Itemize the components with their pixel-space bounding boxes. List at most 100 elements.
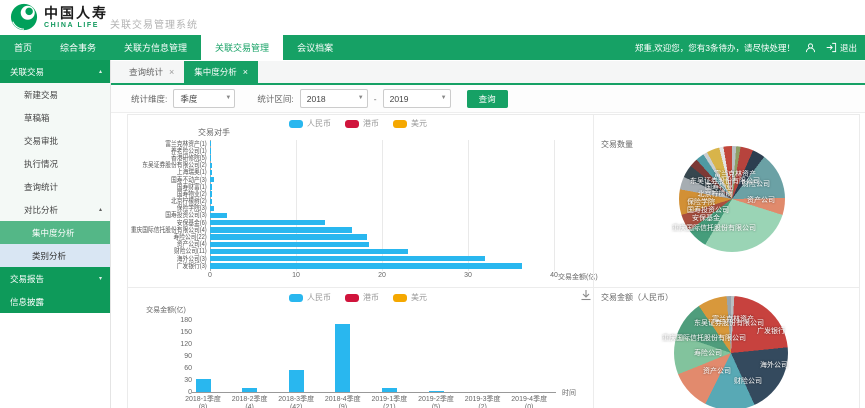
- search-button[interactable]: 查询: [467, 90, 508, 108]
- legend-swatch: [345, 294, 359, 302]
- bar[interactable]: [210, 249, 408, 254]
- axis-tick-label: 60: [158, 365, 192, 372]
- legend-swatch: [393, 294, 407, 302]
- sidebar-item-label: 新建交易: [24, 89, 58, 101]
- bar[interactable]: [196, 379, 211, 392]
- sidebar-item[interactable]: 交易报告▾: [0, 267, 110, 290]
- nav-item[interactable]: 会议档案: [283, 35, 347, 60]
- bar[interactable]: [210, 170, 212, 175]
- bar[interactable]: [210, 184, 212, 189]
- count-pie-chart: 富兰克林资产财险公司资产公司重庆国际信托股份有限公司安保基金国寿投资公司保险学院…: [679, 146, 785, 252]
- bar-track: [210, 198, 554, 205]
- bar[interactable]: [210, 148, 211, 153]
- quarterly-yaxis-label: 交易金额(亿): [128, 305, 204, 315]
- axis-tick-label: 180: [158, 317, 192, 324]
- bar-category-count: (0): [499, 404, 559, 408]
- user-button[interactable]: [805, 42, 816, 54]
- legend-item[interactable]: 美元: [393, 118, 427, 129]
- axis-tick-label: 90: [158, 353, 192, 360]
- sidebar-item[interactable]: 关联交易▴: [0, 60, 110, 83]
- nav-right: 郑重,欢迎您，您有3条待办，请尽快处理！ 退出: [635, 35, 857, 60]
- sidebar-item[interactable]: 集中度分析: [0, 221, 110, 244]
- bar-track: [210, 255, 554, 262]
- sidebar-item[interactable]: 新建交易: [0, 83, 110, 106]
- sidebar-item-label: 信息披露: [10, 296, 44, 308]
- bar[interactable]: [210, 206, 214, 211]
- legend-item[interactable]: 港币: [345, 118, 379, 129]
- bar[interactable]: [335, 324, 350, 392]
- bar[interactable]: [382, 388, 397, 392]
- bar-row: 广发银行(3): [130, 262, 554, 269]
- pie-slice-label: 重庆国际信托股份有限公司: [672, 223, 756, 233]
- bar[interactable]: [210, 234, 367, 239]
- range-to-select[interactable]: 2019 ▼: [383, 89, 451, 108]
- bar-track: [210, 140, 554, 147]
- x-axis-line: [192, 392, 556, 393]
- legend-label: 港币: [363, 292, 379, 303]
- sidebar-item[interactable]: 执行情况: [0, 152, 110, 175]
- sidebar-item[interactable]: 查询统计: [0, 175, 110, 198]
- brand-text: 中国人寿 CHINA LIFE: [44, 6, 108, 29]
- bar[interactable]: [289, 370, 304, 392]
- bar[interactable]: [210, 199, 212, 204]
- sidebar-item[interactable]: 对比分析▴: [0, 198, 110, 221]
- sidebar-item[interactable]: 交易审批: [0, 129, 110, 152]
- logout-button[interactable]: 退出: [826, 42, 857, 54]
- brand-name-en: CHINA LIFE: [44, 22, 108, 29]
- china-life-logo-icon: [10, 3, 38, 31]
- bar[interactable]: [210, 141, 211, 146]
- axis-tick-label: 30: [158, 377, 192, 384]
- legend-swatch: [289, 120, 303, 128]
- sidebar-item[interactable]: 草稿箱: [0, 106, 110, 129]
- bar[interactable]: [210, 191, 212, 196]
- legend-item[interactable]: 人民币: [289, 118, 331, 129]
- sidebar-item-label: 类别分析: [32, 250, 66, 262]
- bar-track: [210, 212, 554, 219]
- bar-track: [210, 248, 554, 255]
- count-pie-title: 交易数量: [601, 139, 633, 150]
- legend-swatch: [393, 120, 407, 128]
- bar[interactable]: [242, 388, 257, 392]
- logout-icon: [826, 42, 837, 53]
- tab[interactable]: 集中度分析 ×: [184, 61, 258, 83]
- nav-item[interactable]: 关联交易管理: [201, 35, 283, 60]
- close-icon[interactable]: ×: [169, 67, 174, 77]
- legend-item[interactable]: 美元: [393, 292, 427, 303]
- bar[interactable]: [210, 263, 522, 268]
- bar[interactable]: [210, 213, 227, 218]
- close-icon[interactable]: ×: [243, 67, 248, 77]
- legend-swatch: [289, 294, 303, 302]
- range-from-select[interactable]: 2018 ▼: [300, 89, 368, 108]
- axis-tick-label: 0: [198, 272, 222, 279]
- bar-track: [210, 176, 554, 183]
- nav-item[interactable]: 关联方信息管理: [110, 35, 201, 60]
- bar[interactable]: [210, 177, 214, 182]
- bar-track: [210, 233, 554, 240]
- legend-item[interactable]: 人民币: [289, 292, 331, 303]
- bar-track: [210, 147, 554, 154]
- dimension-select[interactable]: 季度 ▼: [173, 89, 235, 108]
- sidebar-item[interactable]: 类别分析: [0, 244, 110, 267]
- top-nav: 首页综合事务关联方信息管理关联交易管理会议档案 郑重,欢迎您，您有3条待办，请尽…: [0, 35, 865, 60]
- nav-item[interactable]: 综合事务: [46, 35, 110, 60]
- brand-logo: 中国人寿 CHINA LIFE: [10, 3, 108, 31]
- logout-label: 退出: [840, 42, 857, 54]
- bar[interactable]: [210, 256, 485, 261]
- quarterly-xaxis-label: 时间: [562, 388, 576, 398]
- pie-slice-label: 资产公司: [703, 366, 731, 376]
- bar[interactable]: [210, 242, 369, 247]
- chevron-down-icon: ▾: [99, 275, 102, 282]
- bar[interactable]: [210, 227, 352, 232]
- tab-label: 集中度分析: [194, 66, 237, 78]
- tab[interactable]: 查询统计×: [119, 61, 184, 83]
- sidebar-item[interactable]: 信息披露: [0, 290, 110, 313]
- dimension-value: 季度: [180, 93, 197, 105]
- bar[interactable]: [429, 391, 444, 392]
- bar[interactable]: [210, 155, 211, 160]
- bar[interactable]: [210, 220, 325, 225]
- nav-item[interactable]: 首页: [0, 35, 46, 60]
- bar-track: [210, 154, 554, 161]
- legend-item[interactable]: 港币: [345, 292, 379, 303]
- counterparty-bar-chart: 富兰克林资产(1)养老险公司(1)香港研修院(5)东吴证券股份有限公司(2)上海…: [130, 140, 554, 269]
- bar[interactable]: [210, 163, 212, 168]
